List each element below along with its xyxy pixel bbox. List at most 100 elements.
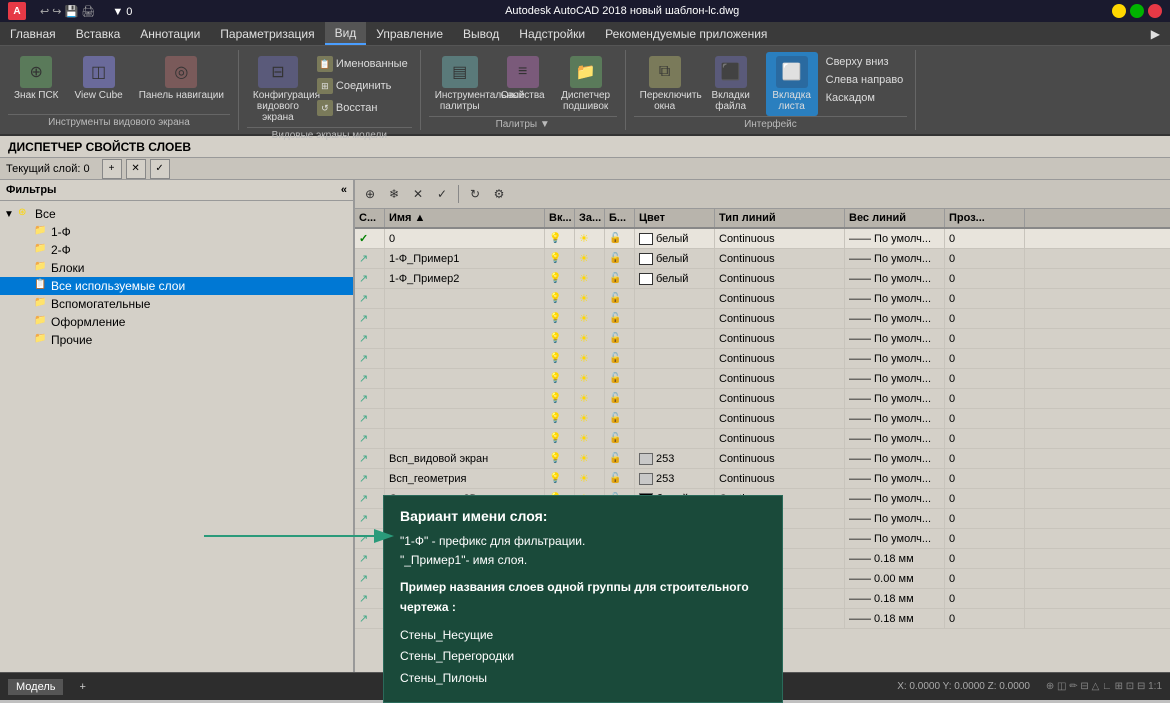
layer-row-h7[interactable]: ↗ 💡 ☀ 🔓 Continuous —— По умолч... 0 — [355, 409, 1170, 429]
td-on-h3: 💡 — [545, 329, 575, 348]
new-layer-toolbar-btn[interactable]: ⊕ — [359, 183, 381, 205]
layer-row-1f-p2[interactable]: ↗ 1-Ф_Пример2 💡 ☀ 🔓 белый Continuous —— … — [355, 269, 1170, 289]
tree-item-other[interactable]: 📁 Прочие — [0, 331, 353, 349]
td-linetype-vv: Continuous — [715, 449, 845, 468]
td-lineweight-0: —— По умолч... — [845, 229, 945, 248]
tree-item-all[interactable]: ▼ ⊛ Все — [0, 205, 353, 223]
td-plot-ofvyn: 0 — [945, 549, 1025, 568]
app-icon: A — [8, 2, 26, 20]
layer-row-h3[interactable]: ↗ 💡 ☀ 🔓 Continuous —— По умолч... 0 — [355, 329, 1170, 349]
delete-layer-btn[interactable]: ✕ — [126, 159, 146, 179]
menu-manage[interactable]: Управление — [366, 22, 453, 45]
layer-row-1f-p1[interactable]: ↗ 1-Ф_Пример1 💡 ☀ 🔓 белый Continuous —— … — [355, 249, 1170, 269]
td-on-h6: 💡 — [545, 389, 575, 408]
ribbon-btn-tool-palettes[interactable]: ▤ Инструментальные палитры — [429, 52, 491, 116]
layer-row-vsp-view[interactable]: ↗ Всп_видовой экран 💡 ☀ 🔓 253 Continuous… — [355, 449, 1170, 469]
td-plot-ofosi: 0 — [945, 589, 1025, 608]
minimize-button[interactable] — [1112, 4, 1126, 18]
set-current-toolbar-btn[interactable]: ✓ — [431, 183, 453, 205]
ribbon-btn-file-tabs[interactable]: ⬛ Вкладки файла — [700, 52, 762, 116]
navpanel-icon: ◎ — [165, 56, 197, 88]
ribbon-btn-restore[interactable]: ↺ Восстан — [313, 98, 412, 118]
layer-row-h4[interactable]: ↗ 💡 ☀ 🔓 Continuous —— По умолч... 0 — [355, 349, 1170, 369]
close-button[interactable] — [1148, 4, 1162, 18]
td-lineweight-ofosi: —— 0.18 мм — [845, 589, 945, 608]
set-current-btn[interactable]: ✓ — [150, 159, 170, 179]
td-on-vg: 💡 — [545, 469, 575, 488]
ribbon-btn-navpanel[interactable]: ◎ Панель навигации — [133, 52, 230, 105]
new-frozen-layer-btn[interactable]: ❄ — [383, 183, 405, 205]
td-status-h1: ↗ — [355, 289, 385, 308]
th-plot[interactable]: Проз... — [945, 209, 1025, 227]
ribbon-btn-sheet-manager[interactable]: 📁 Диспетчер подшивок — [555, 52, 617, 116]
settings-btn[interactable]: ⚙ — [488, 183, 510, 205]
td-color-h3 — [635, 329, 715, 348]
join-icon: ⊞ — [317, 78, 333, 94]
ribbon-btn-viewport-config[interactable]: ⊟ Конфигурация видового экрана — [247, 52, 309, 127]
layer-row-h6[interactable]: ↗ 💡 ☀ 🔓 Continuous —— По умолч... 0 — [355, 389, 1170, 409]
ribbon-btn-switch-windows[interactable]: ⧉ Переключить окна — [634, 52, 696, 116]
ribbon-btn-cascade-left-right[interactable]: Слева направо — [822, 72, 908, 88]
menu-home[interactable]: Главная — [0, 22, 66, 45]
tree-item-all-used[interactable]: 📋 Все используемые слои — [0, 277, 353, 295]
new-layer-btn[interactable]: + — [102, 159, 122, 179]
layer-row-h8[interactable]: ↗ 💡 ☀ 🔓 Continuous —— По умолч... 0 — [355, 429, 1170, 449]
td-name-h8 — [385, 429, 545, 448]
refresh-btn[interactable]: ↻ — [464, 183, 486, 205]
layer-row-h1[interactable]: ↗ 💡 ☀ 🔓 Continuous —— По умолч... 0 — [355, 289, 1170, 309]
th-lock[interactable]: Б... — [605, 209, 635, 227]
tree-item-blocks[interactable]: 📁 Блоки — [0, 259, 353, 277]
td-freeze-1fp2: ☀ — [575, 269, 605, 288]
th-name[interactable]: Имя ▲ — [385, 209, 545, 227]
menu-insert[interactable]: Вставка — [66, 22, 131, 45]
ribbon-btn-join[interactable]: ⊞ Соединить — [313, 76, 412, 96]
td-lineweight-ofvyn: —— 0.18 мм — [845, 549, 945, 568]
maximize-button[interactable] — [1130, 4, 1144, 18]
menu-annotations[interactable]: Аннотации — [130, 22, 210, 45]
td-lineweight-ofrazm: —— 0.18 мм — [845, 609, 945, 628]
tree-item-design[interactable]: 📁 Оформление — [0, 313, 353, 331]
th-on[interactable]: Вк... — [545, 209, 575, 227]
td-plot-ofrazm: 0 — [945, 609, 1025, 628]
menu-overflow[interactable]: ▶ — [1141, 22, 1170, 45]
th-freeze[interactable]: За... — [575, 209, 605, 227]
th-lineweight[interactable]: Вес линий — [845, 209, 945, 227]
tree-item-auxiliary[interactable]: 📁 Вспомогательные — [0, 295, 353, 313]
td-status-h4: ↗ — [355, 349, 385, 368]
layer-row-h2[interactable]: ↗ 💡 ☀ 🔓 Continuous —— По умолч... 0 — [355, 309, 1170, 329]
ribbon-btn-properties[interactable]: ≡ Свойства — [495, 52, 551, 105]
title-bar-left: A ↩ ↪ 💾 🖨 ▼ 0 — [8, 2, 132, 20]
layer-row-vsp-geom[interactable]: ↗ Всп_геометрия 💡 ☀ 🔓 253 Continuous —— … — [355, 469, 1170, 489]
layer-row-0[interactable]: ✓ 0 💡 ☀ 🔓 белый Continuous —— По умолч..… — [355, 229, 1170, 249]
td-lock-vv: 🔓 — [605, 449, 635, 468]
td-lock-0: 🔓 — [605, 229, 635, 248]
td-status-ofrazm: ↗ — [355, 609, 385, 628]
td-status-h7: ↗ — [355, 409, 385, 428]
layer-row-h5[interactable]: ↗ 💡 ☀ 🔓 Continuous —— По умолч... 0 — [355, 369, 1170, 389]
tree-item-2f[interactable]: 📁 2-Ф — [0, 241, 353, 259]
th-color[interactable]: Цвет — [635, 209, 715, 227]
menu-parametric[interactable]: Параметризация — [210, 22, 324, 45]
tree-item-1f[interactable]: 📁 1-Ф — [0, 223, 353, 241]
ribbon-btn-sheet-tab[interactable]: ⬜ Вкладка листа — [766, 52, 818, 116]
collapse-filters-btn[interactable]: « — [341, 184, 347, 196]
ribbon-btn-named[interactable]: 📋 Именованные — [313, 54, 412, 74]
menu-recommended[interactable]: Рекомендуемые приложения — [595, 22, 777, 45]
ribbon-btn-psk[interactable]: ⊕ Знак ПСК — [8, 52, 65, 105]
menu-addons[interactable]: Надстройки — [509, 22, 595, 45]
ribbon-btn-cascade-top-bottom[interactable]: Сверху вниз — [822, 54, 908, 70]
tree-icon-2f: 📁 — [34, 243, 48, 257]
tree-icon-all-used: 📋 — [34, 279, 48, 293]
th-linetype[interactable]: Тип линий — [715, 209, 845, 227]
layout1-tab[interactable]: + — [71, 679, 93, 695]
ribbon-btn-cascade[interactable]: Каскадом — [822, 90, 908, 106]
td-linetype-h1: Continuous — [715, 289, 845, 308]
td-freeze-h2: ☀ — [575, 309, 605, 328]
ribbon-btn-viewcube[interactable]: ◫ View Cube — [69, 52, 129, 105]
menu-output[interactable]: Вывод — [453, 22, 509, 45]
th-status[interactable]: С... — [355, 209, 385, 227]
delete-layer-toolbar-btn[interactable]: ✕ — [407, 183, 429, 205]
model-tab[interactable]: Модель — [8, 679, 63, 695]
td-color-0: белый — [635, 229, 715, 248]
menu-view[interactable]: Вид — [325, 22, 367, 45]
